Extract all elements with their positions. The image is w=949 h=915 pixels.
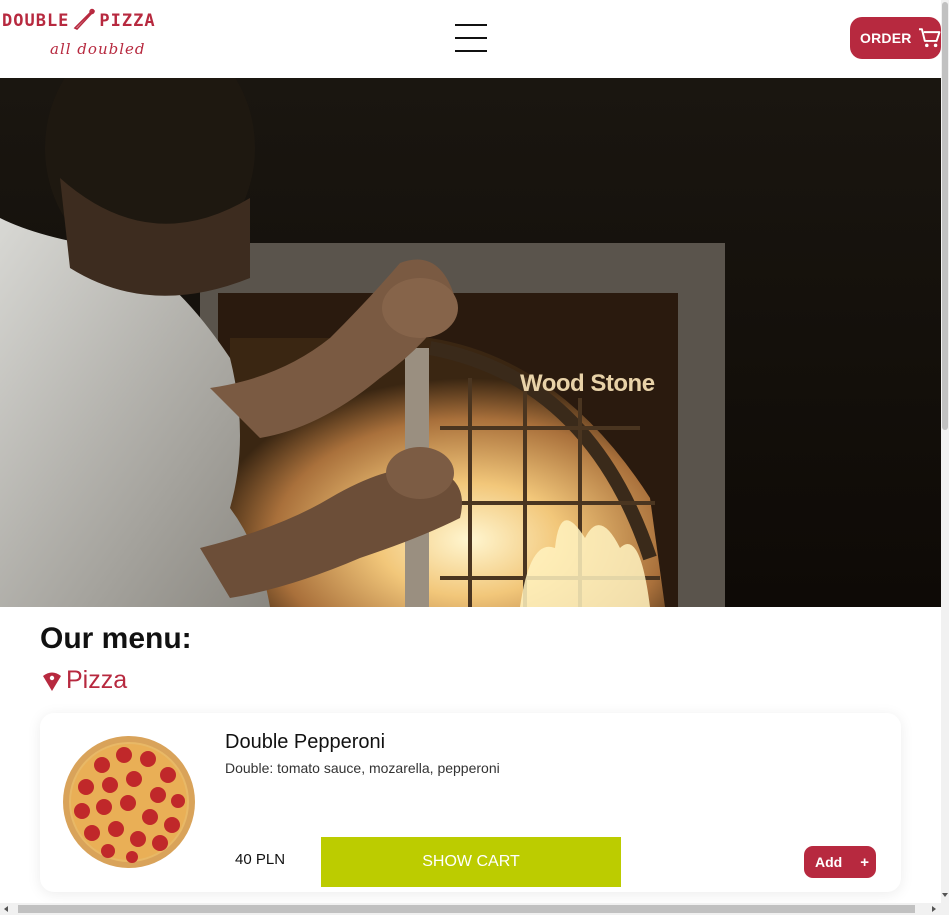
oven-brand-text: Wood Stone	[520, 370, 655, 397]
menu-item-price: 40 PLN	[235, 851, 286, 868]
add-to-cart-button[interactable]: Add +	[804, 846, 876, 878]
logo-wordmark: DOUBLE PIZZA	[2, 8, 156, 31]
site-header: DOUBLE PIZZA all doubled ORDER	[0, 0, 941, 78]
logo-word-right: PIZZA	[99, 11, 156, 31]
burger-line	[455, 37, 487, 39]
logo-word-left: DOUBLE	[2, 11, 70, 31]
show-cart-button[interactable]: SHOW CART	[321, 837, 621, 887]
plus-icon: +	[860, 853, 869, 871]
menu-item-name: Double Pepperoni	[225, 731, 386, 753]
hamburger-menu-icon[interactable]	[455, 24, 487, 54]
order-button[interactable]: ORDER	[850, 17, 941, 59]
pizza-slice-icon	[43, 672, 61, 691]
pizza-image	[63, 736, 195, 868]
logo[interactable]: DOUBLE PIZZA all doubled	[2, 4, 182, 66]
scroll-left-arrow-icon[interactable]	[4, 906, 8, 912]
shopping-cart-icon	[918, 28, 941, 48]
scroll-right-arrow-icon[interactable]	[932, 906, 936, 912]
order-button-label: ORDER	[860, 30, 912, 46]
logo-tagline: all doubled	[50, 40, 146, 58]
scroll-down-arrow-icon[interactable]	[942, 893, 948, 897]
pizza-chef-oven-photo	[0, 78, 941, 607]
pizza-cutter-icon	[74, 8, 96, 30]
menu-item-card: Double Pepperoni Double: tomato sauce, m…	[40, 713, 901, 892]
add-button-label: Add	[815, 854, 843, 870]
menu-title: Our menu:	[40, 622, 192, 655]
vertical-scrollbar-thumb[interactable]	[942, 2, 948, 430]
burger-line	[455, 24, 487, 26]
horizontal-scrollbar[interactable]	[0, 903, 949, 915]
horizontal-scrollbar-thumb[interactable]	[18, 905, 915, 913]
vertical-scrollbar[interactable]	[941, 0, 949, 903]
menu-item-description: Double: tomato sauce, mozarella, peppero…	[225, 760, 500, 776]
category-label: Pizza	[66, 666, 128, 694]
category-pizza[interactable]: Pizza	[42, 666, 127, 695]
burger-line	[455, 50, 487, 52]
hero-image: Wood Stone	[0, 78, 941, 607]
